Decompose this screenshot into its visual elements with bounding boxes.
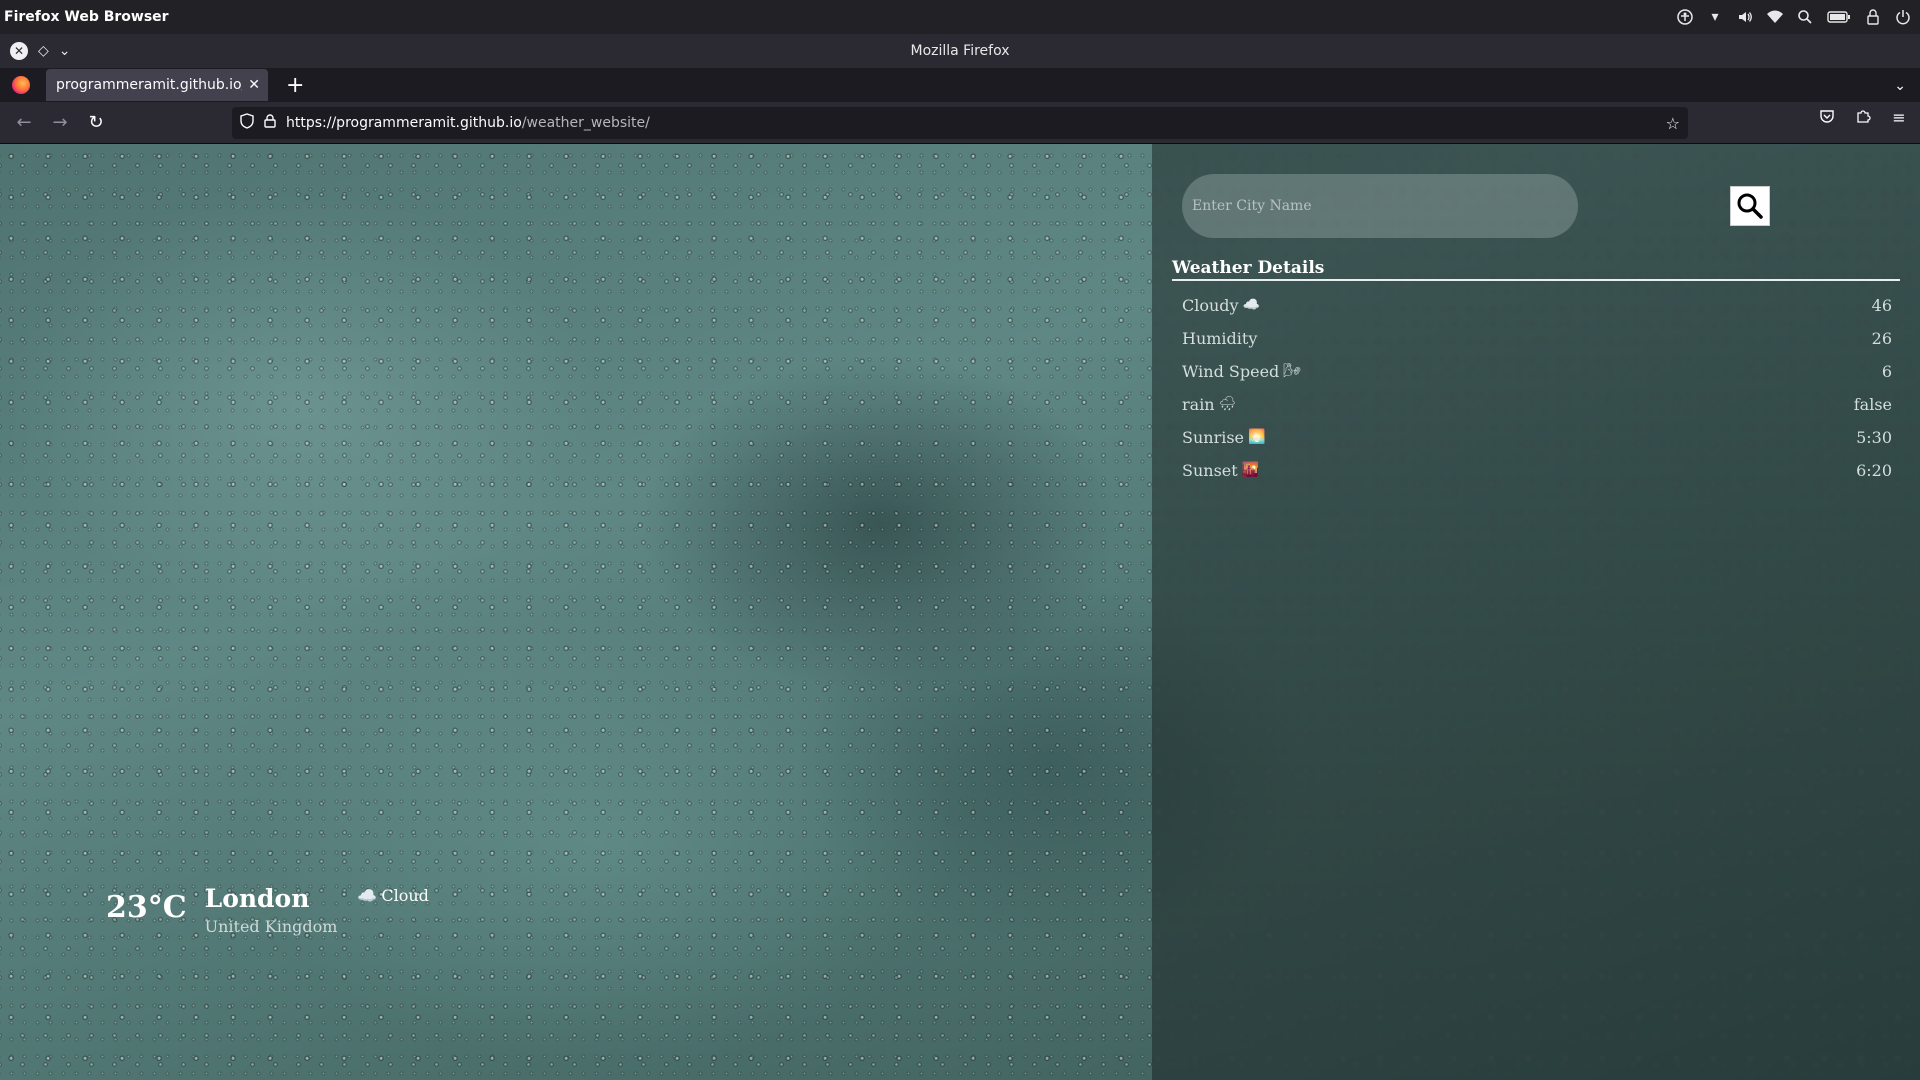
cloud-icon: ☁️ [1242,297,1261,313]
divider [1172,279,1900,281]
toolbar-right: ≡ [1816,108,1910,128]
back-button[interactable]: ← [6,107,42,139]
close-tab-icon[interactable]: ✕ [248,77,260,93]
power-icon[interactable] [1894,8,1912,26]
detail-value: 6 [1881,361,1892,381]
location-block: London United Kingdom [205,884,338,936]
detail-label: Sunrise [1182,427,1245,447]
condition: ☁️ Cloud [357,886,428,905]
details-panel: Weather Details Cloudy☁️ 46 Humidity 26 … [1152,144,1920,1080]
tab-strip: programmeramit.github.io/weather_website… [0,68,1920,102]
detail-row-cloudy: Cloudy ☁️ 46 [1182,292,1892,318]
battery-icon[interactable] [1826,8,1852,26]
volume-icon[interactable] [1736,8,1754,26]
rain-cloud-icon: 🌧 [1218,396,1237,412]
list-all-tabs-icon[interactable]: ⌄ [1894,78,1906,94]
reload-button[interactable]: ↻ [78,107,114,139]
search-icon [1737,193,1763,219]
condition-label: Cloud [381,886,429,905]
detail-value: 6:20 [1856,460,1892,480]
url-path: /weather_website/ [521,115,650,131]
extensions-puzzle-icon[interactable] [1852,108,1874,128]
search-box [1182,174,1578,238]
tracking-protection-shield-icon[interactable] [240,113,254,133]
address-bar[interactable]: https://programmeramit.github.io/weather… [232,107,1688,139]
firefox-logo-icon [12,76,30,94]
system-tray: ▾ [1676,8,1916,26]
url-text: https://programmeramit.github.io/weather… [286,115,650,131]
os-app-title: Firefox Web Browser [4,9,169,25]
window-controls: ✕ ◇ ⌄ [0,42,71,60]
close-window-icon[interactable]: ✕ [10,42,28,60]
new-tab-button[interactable]: + [286,75,304,97]
browser-tab[interactable]: programmeramit.github.io/weather_website… [46,69,268,101]
detail-row-wind-speed: Wind Speed 🌬 6 [1182,358,1892,384]
current-weather: 23°C London United Kingdom ☁️ Cloud [106,884,429,936]
detail-row-rain: rain 🌧 false [1182,391,1892,417]
chevron-down-icon[interactable]: ⌄ [59,43,71,59]
detail-label: Cloudy [1182,295,1239,315]
detail-label: rain [1182,394,1215,414]
accessibility-icon[interactable] [1676,8,1694,26]
keep-above-icon[interactable]: ◇ [38,43,49,59]
tab-title: programmeramit.github.io/weather_website… [56,77,242,93]
cloud-icon: ☁️ [357,886,378,905]
window-title: Mozilla Firefox [910,43,1010,59]
bookmark-star-icon[interactable]: ☆ [1666,114,1680,133]
sunrise-icon: 🌅 [1248,429,1266,445]
city-name: London [204,884,310,913]
detail-value: 5:30 [1856,427,1892,447]
temperature: 23°C [106,890,187,925]
forward-button[interactable]: → [42,107,78,139]
detail-label: Sunset [1182,460,1238,480]
detail-row-sunset: Sunset 🌇 6:20 [1182,457,1892,483]
detail-label: Humidity [1182,328,1258,348]
wind-icon: 🌬 [1283,363,1302,379]
detail-row-humidity: Humidity 26 [1182,325,1892,351]
details-heading: Weather Details [1172,258,1325,278]
detail-row-sunrise: Sunrise 🌅 5:30 [1182,424,1892,450]
navigation-toolbar: ← → ↻ https://programmeramit.github.io/w… [0,102,1920,144]
url-host: https://programmeramit.github.io [286,115,522,131]
weather-page: 23°C London United Kingdom ☁️ Cloud Weat… [0,144,1920,1080]
lock-screen-icon[interactable] [1864,8,1882,26]
detail-value: 26 [1871,328,1892,348]
detail-value: false [1853,394,1892,414]
os-top-bar: Firefox Web Browser ▾ [0,0,1920,34]
hamburger-menu-icon[interactable]: ≡ [1888,108,1910,128]
search-button[interactable] [1730,186,1770,226]
pocket-icon[interactable] [1816,108,1838,128]
wifi-icon[interactable] [1766,8,1784,26]
sunset-icon: 🌇 [1241,462,1260,478]
detail-value: 46 [1871,295,1892,315]
dropdown-arrow-icon[interactable]: ▾ [1706,8,1724,26]
detail-label: Wind Speed [1182,361,1280,381]
padlock-icon[interactable] [264,114,276,132]
country-name: United Kingdom [204,917,338,936]
city-search-input[interactable] [1192,186,1552,226]
search-icon[interactable] [1796,8,1814,26]
window-title-bar: ✕ ◇ ⌄ Mozilla Firefox [0,34,1920,68]
